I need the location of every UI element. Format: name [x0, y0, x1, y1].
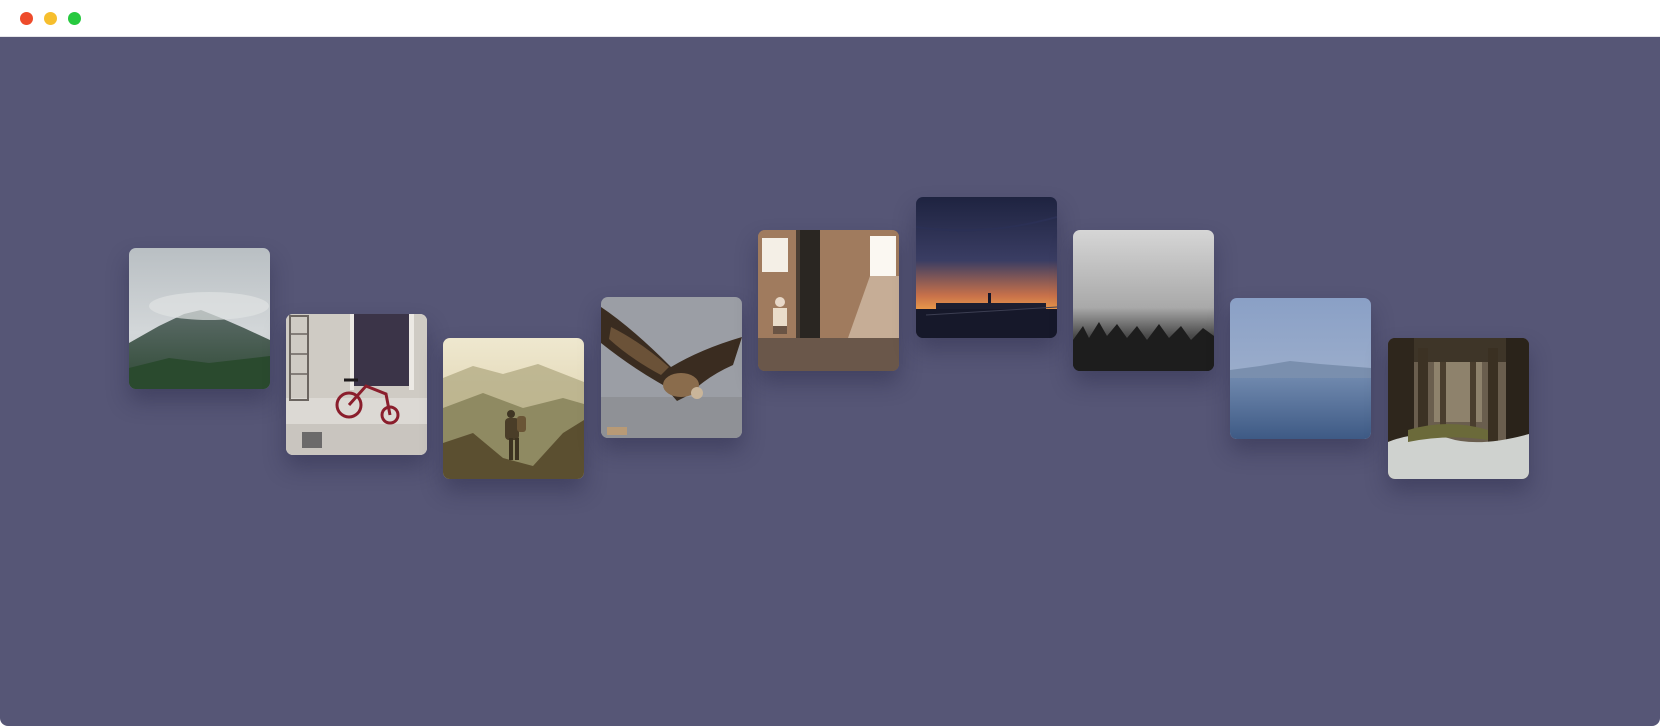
maximize-window-button[interactable] [68, 12, 81, 25]
misty-mountain-image [129, 248, 270, 389]
vulture-image [601, 297, 742, 438]
hiker-image [443, 338, 584, 479]
photo-misty-mountain[interactable] [129, 248, 270, 389]
photo-under-pier-waves[interactable] [1388, 338, 1529, 479]
photo-person-in-dusty-room[interactable] [758, 230, 899, 371]
photo-calm-lake[interactable] [1230, 298, 1371, 439]
gallery-stage [0, 37, 1660, 726]
browser-window [0, 0, 1660, 726]
under-pier-image [1388, 338, 1529, 479]
photo-flying-vulture[interactable] [601, 297, 742, 438]
window-titlebar [0, 0, 1660, 37]
photo-foggy-forest[interactable] [1073, 230, 1214, 371]
photo-hiker-on-ridge[interactable] [443, 338, 584, 479]
tricycle-image [286, 314, 427, 455]
minimize-window-button[interactable] [44, 12, 57, 25]
photo-pier-at-sunset[interactable] [916, 197, 1057, 338]
dusty-room-image [758, 230, 899, 371]
sunset-pier-image [916, 197, 1057, 338]
foggy-forest-image [1073, 230, 1214, 371]
calm-lake-image [1230, 298, 1371, 439]
close-window-button[interactable] [20, 12, 33, 25]
photo-tricycle-on-street[interactable] [286, 314, 427, 455]
